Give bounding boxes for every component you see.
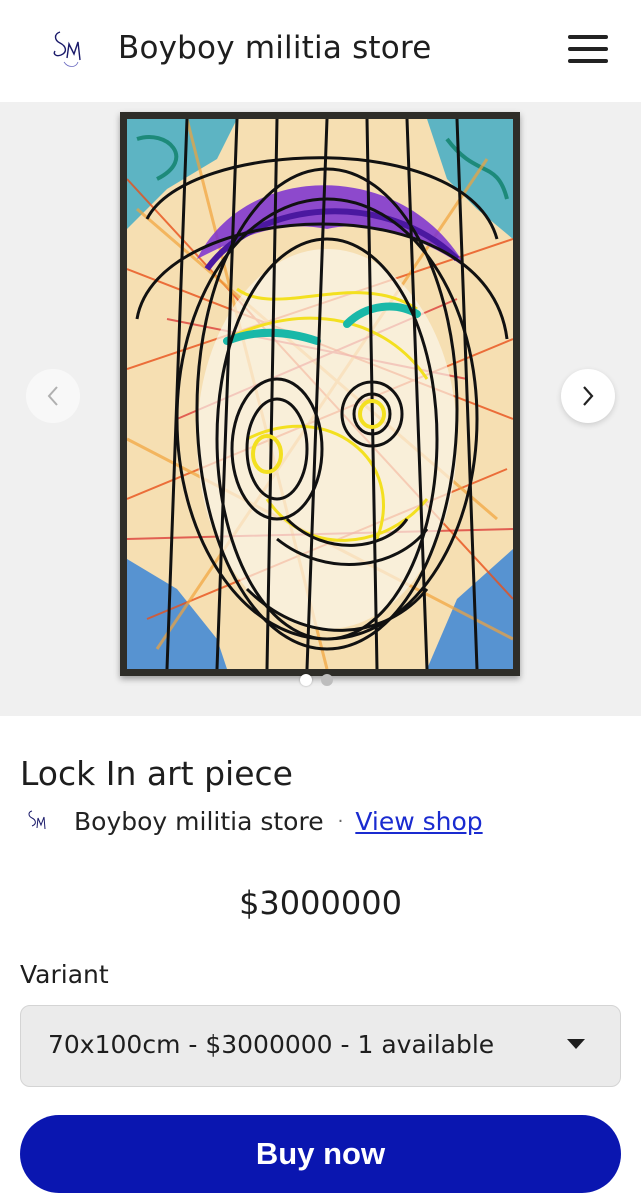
variant-selected-value: 70x100cm - $3000000 - 1 available bbox=[48, 1030, 495, 1059]
product-title: Lock In art piece bbox=[20, 754, 293, 793]
store-logo[interactable] bbox=[46, 24, 92, 72]
hamburger-menu-icon[interactable] bbox=[562, 32, 612, 66]
view-shop-link[interactable]: View shop bbox=[355, 807, 482, 836]
product-image-gallery[interactable] bbox=[0, 102, 641, 716]
buy-now-button[interactable]: Buy now bbox=[20, 1115, 621, 1193]
previous-image-button[interactable] bbox=[26, 369, 80, 423]
caret-down-icon bbox=[567, 1039, 585, 1049]
artwork-frame bbox=[120, 112, 520, 676]
shop-logo[interactable] bbox=[20, 804, 60, 838]
site-header: Boyboy militia store bbox=[0, 0, 641, 102]
product-price: $3000000 bbox=[239, 884, 402, 922]
chevron-left-icon bbox=[47, 386, 58, 406]
variant-select[interactable]: 70x100cm - $3000000 - 1 available bbox=[20, 1005, 621, 1087]
variant-label: Variant bbox=[20, 960, 109, 989]
chevron-right-icon bbox=[583, 386, 594, 406]
artwork-image[interactable] bbox=[127, 119, 513, 669]
gallery-pagination bbox=[300, 674, 333, 686]
shop-name[interactable]: Boyboy militia store bbox=[74, 807, 324, 836]
next-image-button[interactable] bbox=[561, 369, 615, 423]
store-title[interactable]: Boyboy militia store bbox=[118, 30, 432, 66]
separator-dot: · bbox=[337, 810, 344, 832]
gallery-dot-1[interactable] bbox=[300, 674, 312, 686]
shop-info-row: Boyboy militia store · View shop bbox=[20, 804, 483, 838]
gallery-dot-2[interactable] bbox=[321, 674, 333, 686]
